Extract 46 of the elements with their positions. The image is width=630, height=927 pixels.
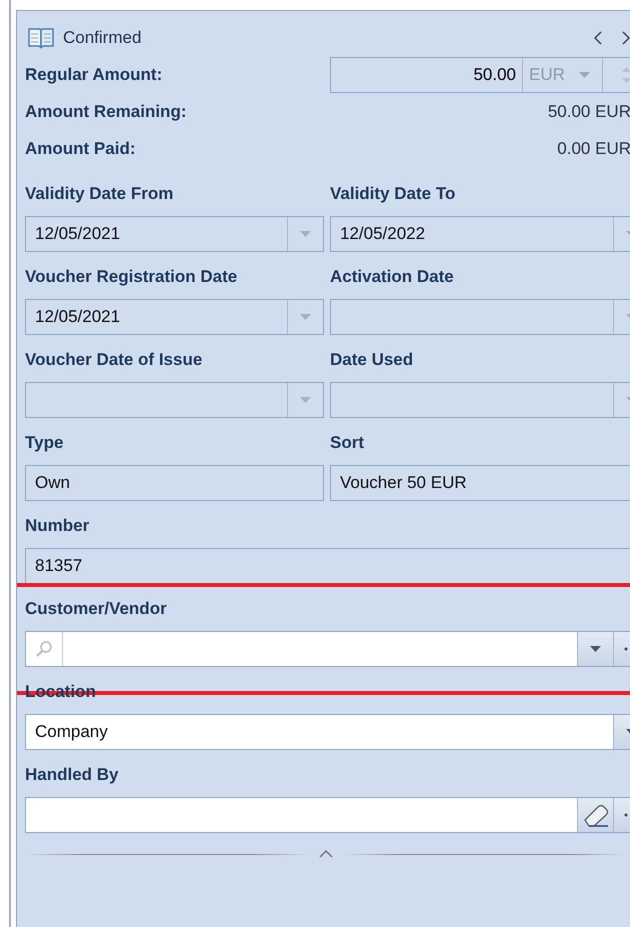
date-field[interactable] <box>330 382 630 418</box>
combo-field[interactable]: Company <box>25 714 630 750</box>
field-label: Handled By <box>25 764 120 786</box>
amount-value: 50.00 EUR <box>548 102 630 122</box>
book-icon <box>27 26 55 50</box>
field-label: Regular Amount: <box>25 64 164 86</box>
date-field[interactable]: 12/05/2022 <box>330 216 630 252</box>
status-title: Confirmed <box>63 28 142 48</box>
text-field[interactable]: 81357 <box>25 548 630 584</box>
field-label: Date Used <box>330 349 414 371</box>
text-field[interactable]: Voucher 50 EUR <box>330 465 630 501</box>
lookup-field[interactable] <box>25 631 630 667</box>
chevron-up-icon <box>318 850 332 858</box>
clear-button[interactable] <box>577 798 613 832</box>
date-field[interactable] <box>25 382 324 418</box>
collapse-button[interactable] <box>318 850 332 858</box>
text-field[interactable]: Own <box>25 465 324 501</box>
caret-up-icon <box>622 66 630 72</box>
caret-down-icon <box>300 231 311 237</box>
chevron-left-icon <box>594 31 602 45</box>
search-icon <box>35 640 53 658</box>
chevron-right-icon <box>622 31 630 45</box>
field-label: Type <box>25 432 64 454</box>
field-label: Activation Date <box>330 266 455 288</box>
field-label: Voucher Date of Issue <box>25 349 204 371</box>
dropdown-button[interactable] <box>577 632 613 666</box>
caret-down-icon <box>590 646 601 652</box>
field-label: Customer/Vendor <box>25 598 168 620</box>
caret-down-icon <box>579 72 590 78</box>
caret-down-icon <box>622 78 630 82</box>
field-label: Number <box>25 515 90 537</box>
picker-field[interactable] <box>25 797 630 833</box>
date-field[interactable]: 12/05/2021 <box>25 216 324 252</box>
caret-down-icon <box>300 314 311 320</box>
field-label: Sort <box>330 432 365 454</box>
amount-field[interactable]: 50.00 <box>331 58 523 92</box>
amount-value: 0.00 EUR <box>557 138 630 158</box>
field-label: Amount Remaining: <box>25 100 188 123</box>
date-field[interactable]: 12/05/2021 <box>25 299 324 335</box>
field-label: Validity Date From <box>25 183 174 205</box>
caret-down-icon <box>300 397 311 403</box>
date-field[interactable] <box>330 299 630 335</box>
field-label: Amount Paid: <box>25 138 136 160</box>
field-label: Validity Date To <box>330 183 456 205</box>
field-label: Voucher Registration Date <box>25 266 238 288</box>
eraser-icon <box>582 803 610 827</box>
